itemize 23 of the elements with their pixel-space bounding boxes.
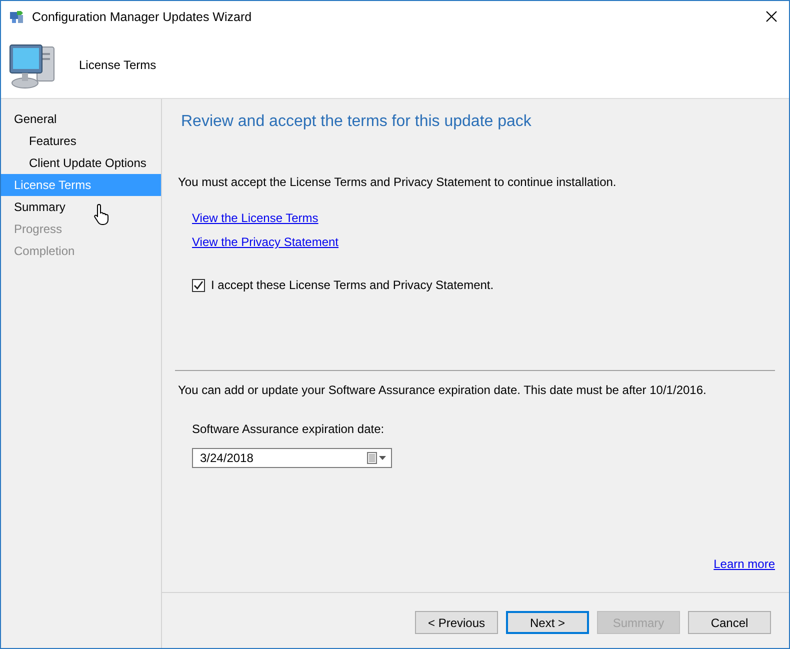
page-title: License Terms	[79, 58, 156, 72]
document-link[interactable]: View the Privacy Statement	[192, 235, 339, 249]
page-heading: Review and accept the terms for this update pack	[181, 113, 532, 131]
date-label: Software Assurance expiration date:	[192, 422, 386, 436]
assurance-note: You can add or update your Software Assurance expiration date. This date must be after 10/1/2016.	[178, 383, 708, 397]
hand-cursor-icon	[94, 203, 110, 225]
wizard-button[interactable]: Next >	[506, 611, 589, 634]
accept-checkbox[interactable]	[192, 278, 205, 292]
close-icon[interactable]	[766, 11, 777, 22]
sidebar-item[interactable]: Client Update Options	[1, 152, 161, 174]
checkbox-label: I accept these License Terms and Privacy Statement.	[211, 278, 494, 292]
learn-more-link[interactable]: Learn more	[714, 557, 775, 571]
sidebar-item[interactable]: Summary	[1, 196, 161, 218]
instruction-text: You must accept the License Terms and Privacy Statement to continue installation.	[178, 175, 618, 189]
wizard-button[interactable]: Cancel	[688, 611, 771, 634]
window-title: Configuration Manager Updates Wizard	[32, 10, 252, 24]
document-link[interactable]: View the License Terms	[192, 211, 318, 225]
wizard-button[interactable]: < Previous	[415, 611, 498, 634]
sidebar-item[interactable]: Features	[1, 130, 161, 152]
date-picker[interactable]: 3/24/2018	[192, 448, 392, 468]
app-icon	[9, 8, 25, 24]
calendar-dropdown-icon[interactable]	[367, 452, 387, 464]
sidebar-item[interactable]: General	[1, 108, 161, 130]
